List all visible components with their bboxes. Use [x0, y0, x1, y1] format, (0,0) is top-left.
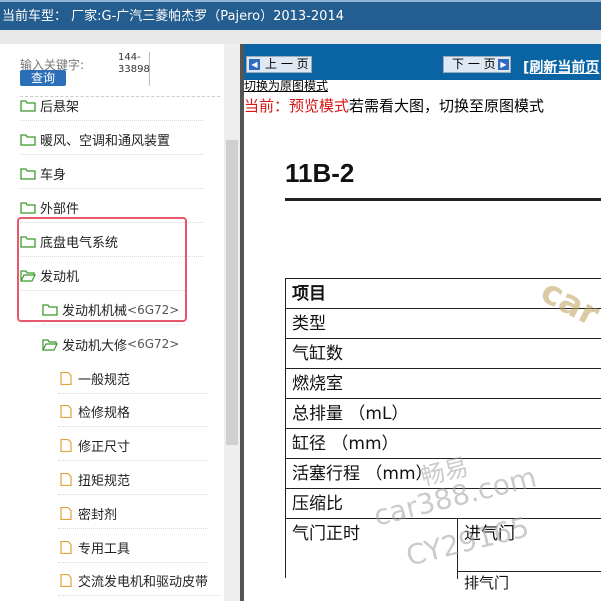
tree-item-hvac[interactable]: 暖风、空调和通风装置 [20, 125, 203, 155]
intake-label: 进气门 [464, 524, 515, 544]
current-model-title: 当前车型： 厂家:G-广汽三菱帕杰罗（Pajero）2013-2014 [2, 9, 344, 24]
cell-divider [457, 519, 458, 579]
doc-item-label: 扭矩规范 [78, 474, 131, 489]
tree-item-label: 暖风、空调和通风装置 [40, 134, 171, 149]
mode-hint: 若需看大图，切换至原图模式 [349, 97, 545, 115]
table-row: 压缩比 [286, 488, 601, 518]
search-input[interactable]: 144-33898 [118, 52, 150, 86]
mode-name: 预览模式 [289, 97, 350, 115]
table-header: 项目 [286, 278, 601, 308]
arrow-right-icon: ▶ [498, 59, 509, 70]
sidebar-scroll-thumb[interactable] [226, 140, 238, 445]
doc-item-label: 一般规范 [78, 373, 131, 388]
refresh-page-link[interactable]: [刷新当前页 [523, 57, 599, 77]
table-row: 气缸数 [286, 338, 601, 368]
document-icon [60, 439, 72, 452]
prev-page-label: 上 一 页 [265, 57, 309, 71]
document-icon [60, 372, 72, 385]
folder-open-icon [42, 338, 58, 351]
doc-item-torque-spec[interactable]: 扭矩规范 [58, 465, 208, 495]
engine-code: <6G72> [127, 337, 180, 351]
valve-timing-label: 气门正时 [292, 524, 360, 544]
doc-item-label: 修正尺寸 [78, 440, 131, 455]
doc-item-sealant[interactable]: 密封剂 [58, 499, 208, 529]
tree-item-label: 后悬架 [40, 100, 80, 115]
document-icon [60, 405, 72, 418]
tree-item-label: 发动机大修 [62, 338, 128, 354]
document-icon [60, 574, 72, 587]
doc-item-label: 密封剂 [78, 508, 118, 523]
document-icon [60, 473, 72, 486]
highlight-box [17, 217, 187, 322]
exhaust-label: 排气门 [464, 574, 510, 592]
doc-item-special-tools[interactable]: 专用工具 [58, 533, 208, 563]
title-rule [285, 198, 601, 201]
search-button[interactable]: 查询 [20, 70, 66, 86]
table-row: 活塞行程 （mm） [286, 458, 601, 488]
table-row: 总排量 （mL） [286, 398, 601, 428]
doc-item-service-spec[interactable]: 检修规格 [58, 397, 208, 427]
doc-item-rework-dimensions[interactable]: 修正尺寸 [58, 431, 208, 461]
folder-icon [20, 202, 36, 214]
header-spacer [0, 30, 601, 44]
table-row: 燃烧室 [286, 368, 601, 398]
document-icon [60, 541, 72, 554]
document-icon [60, 507, 72, 520]
tree-item-label: 外部件 [40, 202, 80, 217]
folder-icon [20, 168, 36, 180]
spec-table: 项目 类型 气缸数 燃烧室 总排量 （mL） 缸径 （mm） 活塞行程 （mm）… [285, 278, 601, 592]
folder-icon [20, 100, 36, 112]
doc-item-general-spec[interactable]: 一般规范 [58, 364, 208, 394]
doc-item-alternator-belt[interactable]: 交流发电机和驱动皮带 [58, 566, 220, 596]
doc-item-label: 专用工具 [78, 542, 131, 557]
mode-prefix: 当前： [244, 97, 290, 115]
switch-original-mode-link[interactable]: 切换为原图模式 [244, 80, 328, 92]
tree-item-rear-suspension[interactable]: 后悬架 [20, 91, 203, 121]
folder-icon [20, 134, 36, 146]
next-page-button[interactable]: 下 一 页 ▶ [443, 56, 511, 73]
doc-item-label: 检修规格 [78, 406, 131, 421]
table-row-valve-timing: 气门正时 进气门 排气门 [286, 518, 601, 592]
next-page-label: 下 一 页 [452, 57, 496, 71]
tree-item-engine-overhaul[interactable]: 发动机大修 <6G72> [42, 329, 185, 359]
prev-page-button[interactable]: ◀ 上 一 页 [246, 56, 312, 73]
doc-item-label: 交流发电机和驱动皮带 [78, 575, 209, 590]
page-code: 11B-2 [285, 158, 355, 188]
arrow-left-icon: ◀ [249, 59, 260, 70]
tree-item-label: 车身 [40, 168, 67, 183]
current-model-bar: 当前车型： 厂家:G-广汽三菱帕杰罗（Pajero）2013-2014 [0, 0, 601, 30]
table-row: 缸径 （mm） [286, 428, 601, 458]
table-row: 类型 [286, 308, 601, 338]
tree-item-body[interactable]: 车身 [20, 159, 203, 189]
mode-status: 当前：预览模式若需看大图，切换至原图模式 [244, 95, 544, 116]
